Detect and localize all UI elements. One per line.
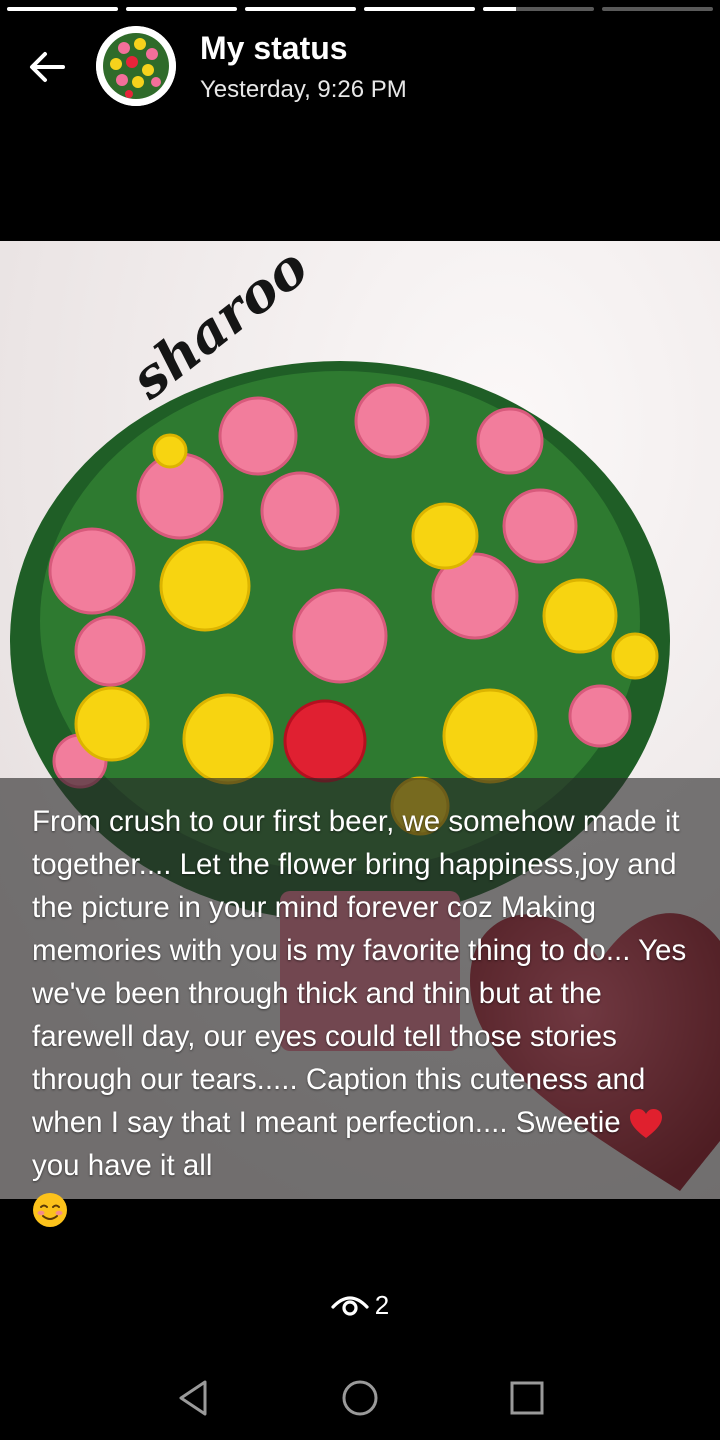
progress-segment-fill (126, 7, 237, 11)
status-caption: From crush to our first beer, we somehow… (32, 800, 692, 1230)
status-title: My status (200, 30, 348, 66)
system-navigation-bar (0, 1355, 720, 1440)
back-button[interactable] (22, 42, 72, 92)
heart-emoji (629, 1109, 662, 1139)
nav-home-button[interactable] (330, 1368, 390, 1428)
views-count: 2 (374, 1290, 390, 1320)
status-progress-bar (7, 7, 713, 11)
progress-segment-fill (364, 7, 475, 11)
progress-segment-fill (483, 7, 517, 11)
avatar[interactable] (96, 26, 176, 106)
nav-recents-button[interactable] (497, 1368, 557, 1428)
views-count-button[interactable]: 2 (0, 1290, 720, 1321)
triangle-back-icon (179, 1380, 207, 1415)
caption-text-end: you have it all (32, 1149, 213, 1182)
progress-segment-fill (7, 7, 118, 11)
progress-segment (483, 7, 594, 11)
caption-text: From crush to our first beer, we somehow… (32, 805, 687, 1139)
progress-segment (7, 7, 118, 11)
progress-segment (364, 7, 475, 11)
progress-segment-fill (245, 7, 356, 11)
smiling-face-emoji (33, 1193, 67, 1228)
square-recents-icon (510, 1381, 544, 1414)
status-timestamp: Yesterday, 9:26 PM (200, 76, 407, 103)
eye-icon (331, 1295, 369, 1316)
circle-home-icon (342, 1380, 378, 1415)
arrow-left-icon (30, 52, 65, 82)
status-viewer-screen: My status Yesterday, 9:26 PM sharoo From… (0, 0, 720, 1440)
progress-segment (126, 7, 237, 11)
nav-back-button[interactable] (163, 1368, 223, 1428)
progress-segment (602, 7, 713, 11)
progress-segment (245, 7, 356, 11)
avatar-image (96, 26, 176, 106)
